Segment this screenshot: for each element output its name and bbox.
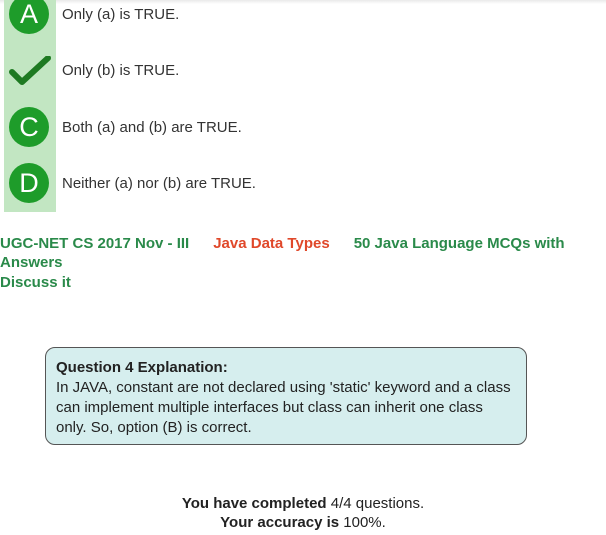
accuracy-line: Your accuracy is 100%. <box>0 513 606 532</box>
option-c-badge: C <box>9 107 49 147</box>
completed-suffix: questions. <box>355 495 425 512</box>
option-d-badge: D <box>9 163 49 203</box>
option-c[interactable]: C Both (a) and (b) are TRUE. <box>0 106 606 147</box>
option-a-text: Only (a) is TRUE. <box>62 6 180 23</box>
explanation-title: Question 4 Explanation: <box>56 359 228 376</box>
question-tags: UGC-NET CS 2017 Nov - III Java Data Types… <box>0 234 600 272</box>
tag-topic-link[interactable]: Java Data Types <box>213 235 329 252</box>
completed-prefix: You have completed <box>181 495 327 512</box>
option-c-text: Both (a) and (b) are TRUE. <box>62 119 242 136</box>
option-d-text: Neither (a) nor (b) are TRUE. <box>62 175 256 192</box>
option-a[interactable]: A Only (a) is TRUE. <box>0 0 606 34</box>
explanation-body: In JAVA, constant are not declared using… <box>56 379 511 436</box>
completed-value: 4/4 <box>330 495 352 512</box>
option-b[interactable]: Only (b) is TRUE. <box>0 50 606 90</box>
discuss-link[interactable]: Discuss it <box>0 274 71 291</box>
option-d[interactable]: D Neither (a) nor (b) are TRUE. <box>0 162 606 203</box>
tag-exam-link[interactable]: UGC-NET CS 2017 Nov - III <box>0 235 189 252</box>
quiz-summary: You have completed 4/4 questions. Your a… <box>0 494 606 532</box>
accuracy-prefix: Your accuracy is <box>220 514 340 531</box>
accuracy-value: 100%. <box>343 514 386 531</box>
completed-line: You have completed 4/4 questions. <box>0 494 606 513</box>
explanation-box: Question 4 Explanation: In JAVA, constan… <box>45 347 527 445</box>
checkmark-icon <box>9 56 51 85</box>
option-b-text: Only (b) is TRUE. <box>62 62 180 79</box>
option-a-badge: A <box>9 0 49 34</box>
